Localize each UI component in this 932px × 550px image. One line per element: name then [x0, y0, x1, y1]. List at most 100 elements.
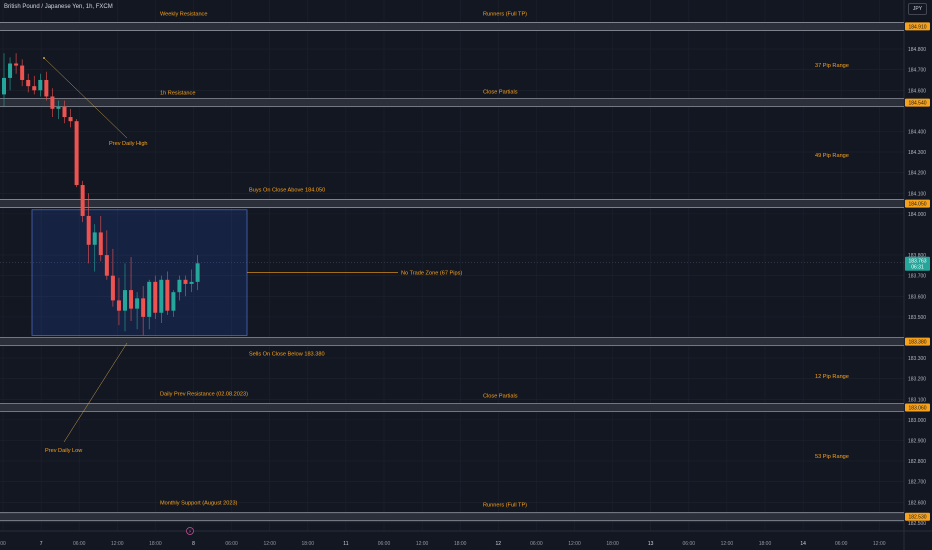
no-trade-zone-box: No Trade Zone (67 Pips)	[31, 209, 462, 336]
candle-up	[38, 79, 43, 91]
zone-price-label: 184.050	[908, 202, 926, 208]
time-tick-label: 06:00	[683, 541, 696, 547]
candle-up	[195, 263, 200, 282]
price-tick-label: 184.400	[908, 129, 926, 135]
time-tick-label: 06:00	[73, 541, 86, 547]
time-tick-label: 8	[192, 541, 195, 547]
candle-up	[177, 279, 182, 293]
zone-price-label: 182.530	[908, 515, 926, 521]
candle-down	[165, 279, 170, 311]
zone-price-label: 184.910	[908, 24, 926, 30]
time-tick-label: 00	[0, 541, 6, 547]
price-tick-label: 184.200	[908, 171, 926, 177]
price-tick-label: 184.000	[908, 212, 926, 218]
candle-down	[141, 298, 146, 317]
event-marker-glyph: ⚡	[188, 529, 192, 535]
time-tick-label: 06:00	[225, 541, 238, 547]
price-tick-label: 182.500	[908, 521, 926, 527]
price-tick-label: 182.700	[908, 480, 926, 486]
price-tick-label: 183.600	[908, 294, 926, 300]
time-tick-label: 11	[343, 541, 348, 547]
candle-down	[20, 65, 25, 80]
candle-down	[98, 232, 103, 256]
price-tick-label: 183.700	[908, 274, 926, 280]
candle-down	[129, 290, 134, 309]
price-axis[interactable]: 184.800 184.700 184.600 184.400 184.300 184.2…	[905, 22, 930, 527]
zone-left-label: Sells On Close Below 183.380	[249, 352, 325, 358]
candle-down	[86, 215, 91, 245]
candle-up	[171, 292, 176, 311]
zone-right-label: Runners (Full TP)	[483, 11, 527, 17]
candle-up	[8, 63, 13, 78]
candle-countdown: 06:31	[911, 265, 924, 271]
zone-band	[0, 512, 904, 522]
price-tick-label: 183.000	[908, 418, 926, 424]
time-tick-label: 06:00	[378, 541, 391, 547]
zone-left-label: 1h Resistance	[160, 91, 195, 97]
time-tick-label: 06:00	[530, 541, 543, 547]
time-tick-label: 13	[648, 541, 654, 547]
zone-price-label: 183.060	[908, 406, 926, 412]
prev-daily-high-label: Prev Daily High	[109, 141, 148, 147]
pip-range-label: 37 Pip Range	[815, 63, 849, 69]
candle-down	[32, 86, 37, 91]
zone-band	[0, 21, 904, 31]
time-tick-label: 12:00	[721, 541, 734, 547]
candle-down	[153, 281, 158, 313]
prev-daily-low-label: Prev Daily Low	[45, 448, 83, 454]
time-tick-label: 12:00	[111, 541, 124, 547]
prev-daily-high-anchor	[43, 57, 45, 59]
zone-band	[0, 98, 904, 108]
price-tick-label: 183.500	[908, 315, 926, 321]
price-tick-label: 183.300	[908, 356, 926, 362]
price-tick-label: 184.100	[908, 191, 926, 197]
time-tick-label: 7	[40, 541, 43, 547]
price-chart[interactable]: No Trade Zone (67 Pips) Weekly Resistanc…	[0, 0, 932, 550]
candle-up	[123, 290, 127, 311]
price-tick-label: 183.100	[908, 397, 926, 403]
time-tick-label: 18:00	[302, 541, 315, 547]
zone-right-label: Close Partials	[483, 394, 518, 400]
zone-price-label: 183.380	[908, 340, 926, 346]
time-tick-label: 18:00	[454, 541, 467, 547]
zone-left-label: Buys On Close Above 184.050	[249, 188, 325, 194]
price-tick-label: 182.800	[908, 459, 926, 465]
time-axis[interactable]: 00 7 06:00 12:00 18:00 8 06:00 12:00 18:00 11 06:0…	[0, 527, 886, 548]
candle-down	[104, 255, 109, 276]
candle-down	[14, 63, 19, 66]
zone-band	[0, 403, 904, 413]
candle-up	[147, 281, 152, 317]
price-tick-label: 184.600	[908, 88, 926, 94]
candle-down	[50, 96, 55, 109]
candle-down	[116, 300, 121, 311]
pip-range-label: 12 Pip Range	[815, 374, 849, 380]
zone-left-label: Daily Prev Resistance (02.08.2023)	[160, 392, 248, 398]
zone-band	[0, 199, 904, 209]
currency-button[interactable]: JPY	[908, 3, 927, 15]
candle-up	[135, 298, 140, 309]
time-tick-label: 18:00	[606, 541, 619, 547]
candle-up	[159, 279, 164, 313]
time-tick-label: 18:00	[149, 541, 162, 547]
candle-up	[56, 106, 61, 109]
time-tick-label: 12:00	[873, 541, 886, 547]
candle-down	[110, 275, 115, 301]
candle-up	[189, 281, 194, 284]
time-tick-label: 06:00	[835, 541, 848, 547]
time-tick-label: 12:00	[568, 541, 581, 547]
zone-price-label: 184.540	[908, 101, 926, 107]
candle-down	[26, 79, 31, 87]
prev-daily-high-line	[43, 57, 128, 139]
symbol-title[interactable]: British Pound / Japanese Yen, 1h, FXCM	[4, 4, 113, 10]
candle-down	[183, 279, 188, 284]
time-tick-label: 12:00	[263, 541, 276, 547]
price-tick-label: 184.800	[908, 47, 926, 53]
price-tick-label: 184.700	[908, 68, 926, 74]
candle-down	[80, 185, 85, 216]
zone-right-label: Close Partials	[483, 90, 518, 96]
time-tick-label: 12:00	[416, 541, 429, 547]
candle-down	[44, 79, 49, 97]
zone-left-label: Monthly Support (August 2023)	[160, 501, 238, 507]
candle-down	[62, 106, 67, 118]
zone-right-label: Runners (Full TP)	[483, 503, 527, 509]
